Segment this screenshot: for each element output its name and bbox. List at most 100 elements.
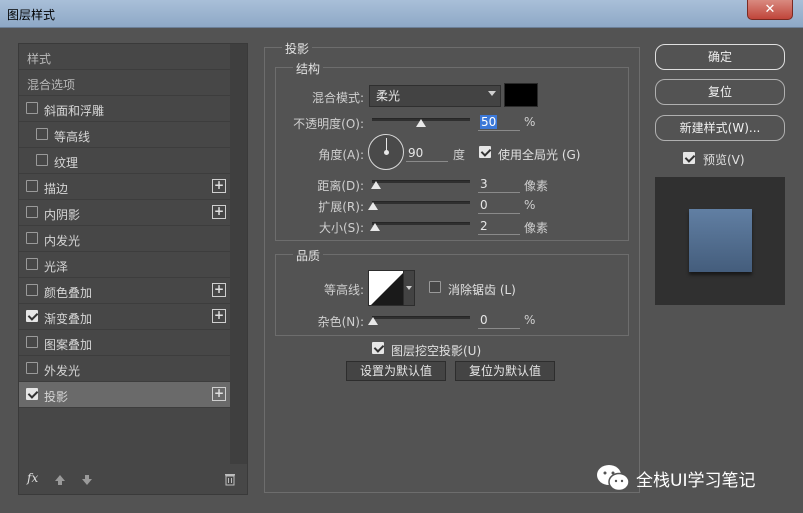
noise-label: 杂色(N): — [317, 315, 364, 329]
angle-dial[interactable] — [368, 134, 404, 170]
size-label: 大小(S): — [318, 221, 364, 235]
style-item[interactable]: 描边 + — [19, 174, 230, 200]
reset-button[interactable]: 复位 — [655, 79, 785, 105]
style-item[interactable]: 内阴影 + — [19, 200, 230, 226]
trash-icon[interactable] — [224, 473, 236, 486]
quality-title: 品质 — [293, 247, 324, 264]
style-item-checkbox[interactable] — [26, 388, 38, 400]
distance-slider-thumb[interactable] — [371, 181, 381, 189]
opacity-slider-thumb[interactable] — [416, 119, 426, 127]
style-item-label: 内发光 — [44, 234, 81, 248]
style-item-checkbox[interactable] — [26, 284, 38, 296]
opacity-input[interactable]: 50 — [478, 113, 520, 131]
distance-input[interactable]: 3 — [478, 175, 520, 193]
distance-unit: 像素 — [524, 179, 549, 193]
style-item[interactable]: 投影 + — [19, 382, 230, 408]
style-item-checkbox[interactable] — [26, 102, 38, 114]
style-item-checkbox[interactable] — [26, 362, 38, 374]
styles-toolbar: fx — [19, 466, 247, 494]
blending-options-label: 混合选项 — [27, 78, 76, 92]
preview-checkbox[interactable] — [683, 152, 695, 164]
style-item[interactable]: 光泽 — [19, 252, 230, 278]
close-icon: ✕ — [764, 2, 776, 17]
style-item-label: 描边 — [44, 182, 69, 196]
contour-label: 等高线: — [323, 283, 364, 297]
add-instance-icon[interactable]: + — [212, 179, 226, 193]
style-item[interactable]: 渐变叠加 + — [19, 304, 230, 330]
noise-input[interactable]: 0 — [478, 311, 520, 329]
antialias-label[interactable]: 消除锯齿 (L) — [448, 281, 516, 298]
styles-scrollbar[interactable] — [230, 44, 247, 464]
style-item[interactable]: 外发光 — [19, 356, 230, 382]
style-item-checkbox[interactable] — [26, 180, 38, 192]
style-item-label: 颜色叠加 — [44, 286, 93, 300]
shadow-color-swatch[interactable] — [504, 83, 538, 107]
add-instance-icon[interactable]: + — [212, 387, 226, 401]
size-slider[interactable] — [372, 222, 470, 225]
contour-preview[interactable] — [368, 270, 404, 306]
antialias-checkbox[interactable] — [429, 281, 441, 293]
style-item-checkbox[interactable] — [26, 206, 38, 218]
styles-header-label: 样式 — [27, 52, 52, 66]
style-item-label: 图案叠加 — [44, 338, 93, 352]
style-item-checkbox[interactable] — [36, 154, 48, 166]
blend-mode-value: 柔光 — [376, 89, 401, 103]
spread-slider[interactable] — [372, 201, 470, 204]
reset-default-button[interactable]: 复位为默认值 — [455, 361, 555, 381]
spread-input[interactable]: 0 — [478, 196, 520, 214]
style-item-label: 光泽 — [44, 260, 69, 274]
size-input[interactable]: 2 — [478, 217, 520, 235]
contour-dropdown[interactable] — [403, 270, 415, 306]
move-up-icon[interactable] — [54, 474, 66, 486]
style-item-checkbox[interactable] — [36, 128, 48, 140]
styles-header[interactable]: 样式 — [19, 44, 230, 70]
add-instance-icon[interactable]: + — [212, 205, 226, 219]
wechat-icon — [597, 465, 630, 492]
style-item[interactable]: 斜面和浮雕 — [19, 96, 230, 122]
ok-button[interactable]: 确定 — [655, 44, 785, 70]
preview-label[interactable]: 预览(V) — [703, 151, 745, 168]
distance-slider[interactable] — [372, 180, 470, 183]
noise-slider-thumb[interactable] — [368, 317, 378, 325]
close-button[interactable]: ✕ — [747, 0, 793, 20]
blending-options-item[interactable]: 混合选项 — [19, 70, 230, 96]
add-instance-icon[interactable]: + — [212, 283, 226, 297]
style-item-label: 渐变叠加 — [44, 312, 93, 326]
global-light-label[interactable]: 使用全局光 (G) — [498, 146, 580, 163]
global-light-checkbox[interactable] — [479, 146, 491, 158]
title-bar: 图层样式 — [0, 0, 803, 28]
style-preview-thumbnail — [689, 209, 752, 272]
angle-input[interactable]: 90 — [406, 144, 448, 162]
opacity-label: 不透明度(O): — [293, 117, 364, 131]
blend-mode-label: 混合模式: — [311, 91, 364, 105]
style-item[interactable]: 内发光 — [19, 226, 230, 252]
watermark: 全栈UI学习笔记 — [596, 463, 755, 493]
size-unit: 像素 — [524, 221, 549, 235]
style-item[interactable]: 纹理 — [19, 148, 230, 174]
chevron-down-icon — [488, 91, 496, 96]
noise-unit: % — [524, 313, 536, 327]
spread-slider-thumb[interactable] — [368, 202, 378, 210]
drop-shadow-title: 投影 — [282, 40, 313, 57]
style-item-checkbox[interactable] — [26, 310, 38, 322]
knockout-checkbox[interactable] — [372, 342, 384, 354]
fx-icon[interactable]: fx — [27, 471, 38, 485]
style-item[interactable]: 图案叠加 — [19, 330, 230, 356]
contour-curve-icon — [371, 273, 403, 305]
style-item-checkbox[interactable] — [26, 232, 38, 244]
style-item-checkbox[interactable] — [26, 258, 38, 270]
style-item[interactable]: 颜色叠加 + — [19, 278, 230, 304]
new-style-button[interactable]: 新建样式(W)... — [655, 115, 785, 141]
knockout-label[interactable]: 图层挖空投影(U) — [391, 342, 481, 359]
size-slider-thumb[interactable] — [370, 223, 380, 231]
spread-label: 扩展(R): — [318, 200, 364, 214]
style-item[interactable]: 等高线 — [19, 122, 230, 148]
style-item-label: 斜面和浮雕 — [44, 104, 105, 118]
make-default-button[interactable]: 设置为默认值 — [346, 361, 446, 381]
move-down-icon[interactable] — [81, 474, 93, 486]
noise-slider[interactable] — [372, 316, 470, 319]
add-instance-icon[interactable]: + — [212, 309, 226, 323]
style-item-checkbox[interactable] — [26, 336, 38, 348]
angle-unit: 度 — [453, 148, 466, 162]
blend-mode-select[interactable]: 柔光 — [369, 85, 501, 107]
